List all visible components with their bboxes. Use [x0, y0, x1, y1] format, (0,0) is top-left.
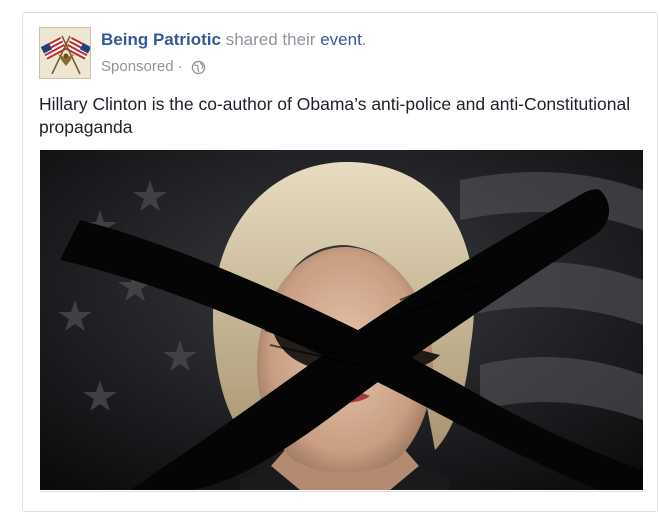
page-name-link[interactable]: Being Patriotic [101, 30, 221, 49]
separator-dot: · [173, 58, 187, 75]
sponsored-post-card: Being Patriotic shared their event. Spon… [22, 12, 658, 512]
post-image[interactable] [40, 150, 643, 490]
post-subline: Sponsored · [101, 58, 367, 76]
post-meta: Being Patriotic shared their event. Spon… [101, 29, 367, 76]
period-text: . [361, 30, 367, 49]
event-link[interactable]: event [320, 30, 362, 49]
defaced-portrait-photo [40, 150, 643, 490]
sponsored-label[interactable]: Sponsored [101, 58, 174, 76]
post-header: Being Patriotic shared their event. Spon… [39, 27, 647, 79]
globe-icon[interactable] [191, 60, 206, 75]
page-avatar[interactable] [39, 27, 91, 79]
divider [40, 491, 643, 492]
post-body-text: Hillary Clinton is the co-author of Obam… [39, 94, 631, 137]
crossed-flags-eagle-icon [40, 28, 90, 78]
post-attribution: Being Patriotic shared their event. [101, 29, 367, 51]
action-text: shared their [220, 30, 321, 49]
